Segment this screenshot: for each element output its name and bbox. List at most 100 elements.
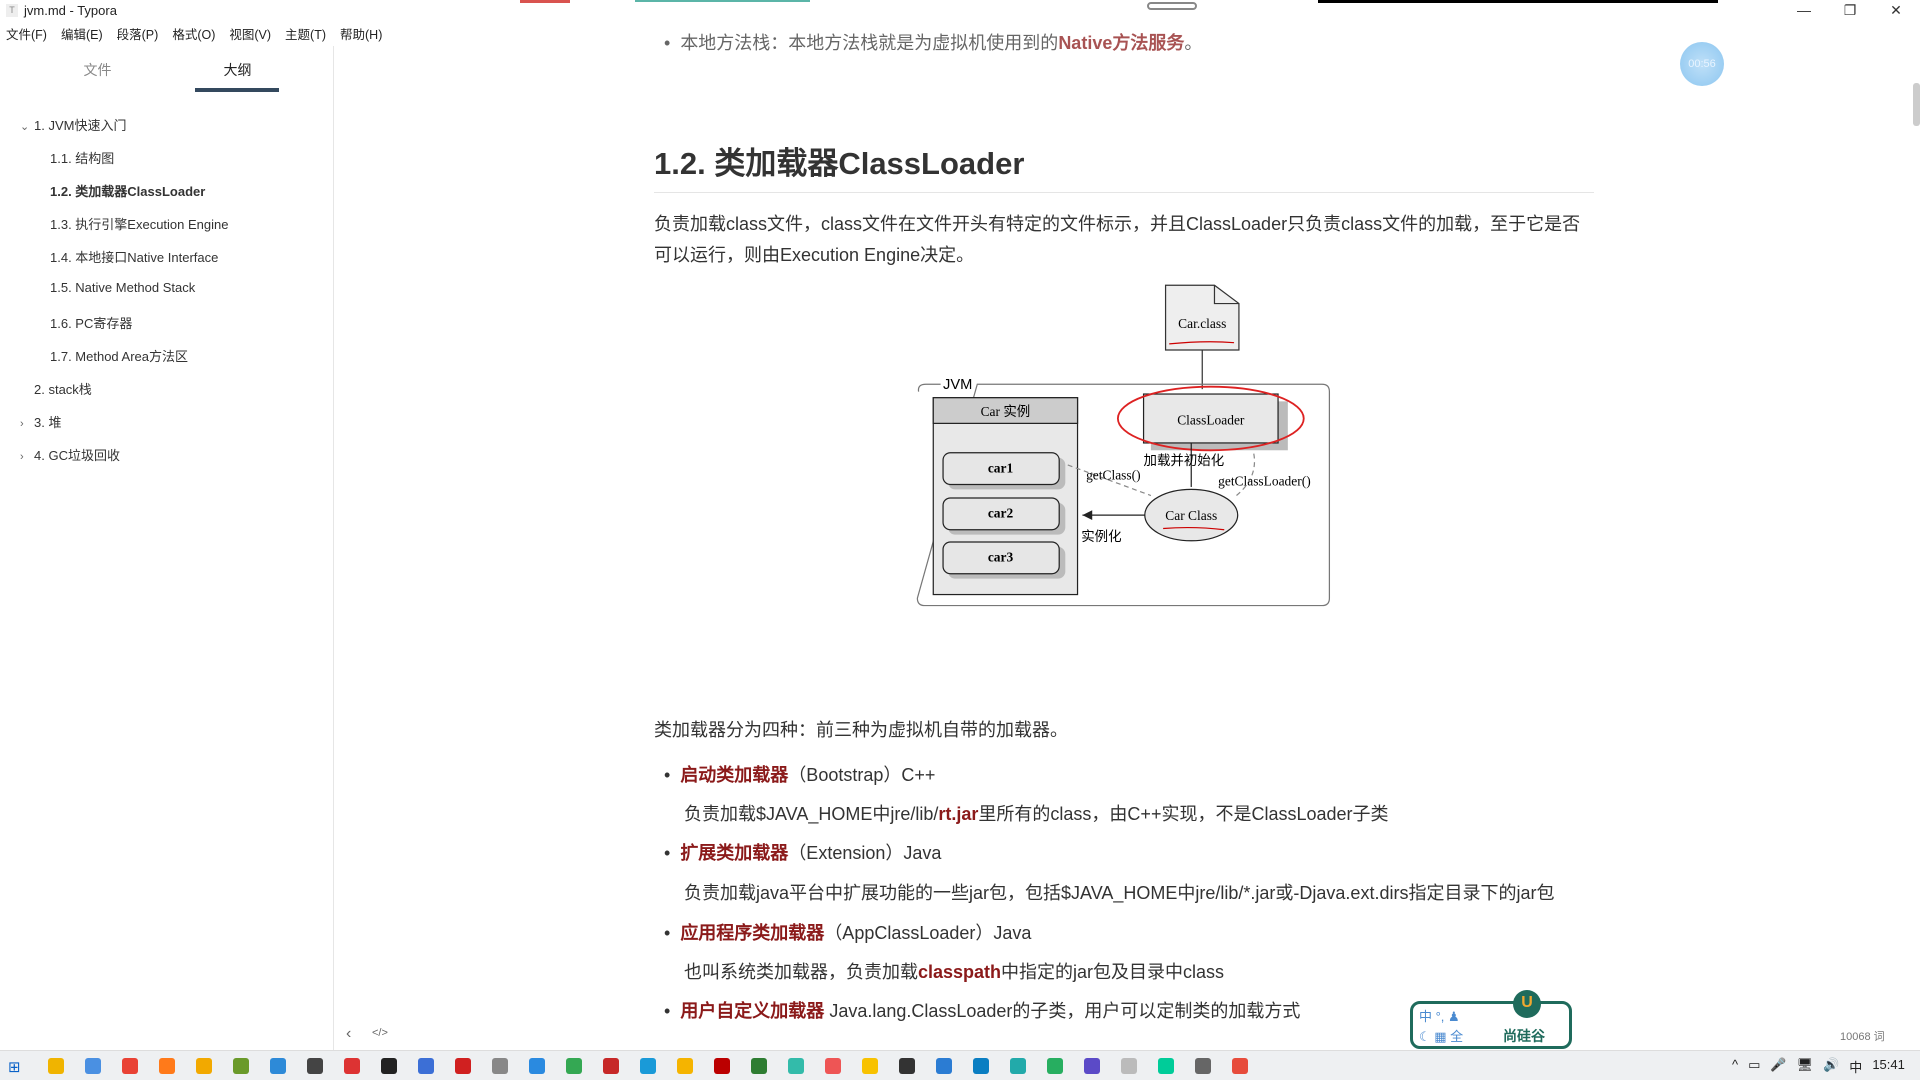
scrollbar-thumb[interactable] <box>1913 83 1920 126</box>
intro-paragraph: 负责加载class文件，class文件在文件开头有特定的文件标示，并且Class… <box>654 214 1581 265</box>
outline-item[interactable]: › 4. GC垃圾回收 <box>20 445 120 464</box>
taskbar-app-icon[interactable] <box>677 1058 693 1074</box>
menu-theme[interactable]: 主题(T) <box>285 24 326 44</box>
start-button-icon[interactable]: ⊞ <box>8 1058 21 1076</box>
taskbar-app-icon[interactable] <box>344 1058 360 1074</box>
loader-item: • 扩展类加载器（Extension）Java <box>664 843 942 863</box>
taskbar-app-icon[interactable] <box>825 1058 841 1074</box>
network-icon[interactable]: 🖥 <box>1797 1057 1814 1076</box>
menu-file[interactable]: 文件(F) <box>6 24 47 44</box>
chevron-up-icon[interactable]: ^ <box>1732 1057 1738 1076</box>
scroll-indicator <box>1147 2 1197 10</box>
taskbar-app-icon[interactable] <box>1047 1058 1063 1074</box>
loader-description: 也叫系统类加载器，负责加载classpath中指定的jar包及目录中class <box>684 962 1225 982</box>
svg-text:Car Class: Car Class <box>1165 508 1217 523</box>
page-heading: 1.2. 类加载器ClassLoader <box>654 146 1025 181</box>
taskbar-app-icon[interactable] <box>1121 1058 1137 1074</box>
bullet-icon: • <box>664 923 681 943</box>
active-tab-indicator <box>195 88 279 92</box>
tab-files[interactable]: 文件 <box>55 60 140 80</box>
outline-item[interactable]: 1.5. Native Method Stack <box>50 280 195 295</box>
close-button[interactable]: ✕ <box>1876 0 1916 22</box>
chevron-icon[interactable]: › <box>20 451 34 463</box>
tab-outline[interactable]: 大纲 <box>195 60 280 80</box>
menu-view[interactable]: 视图(V) <box>229 24 271 44</box>
taskbar-app-icon[interactable] <box>1084 1058 1100 1074</box>
taskbar-app-icon[interactable] <box>1158 1058 1174 1074</box>
chevron-icon[interactable]: ⌄ <box>20 120 34 133</box>
outline-item-label: 4. GC垃圾回收 <box>34 448 120 463</box>
outline-item-label: 1.6. PC寄存器 <box>50 316 133 331</box>
volume-icon[interactable]: 🔊 <box>1823 1057 1839 1076</box>
status-bar: ‹ </> 10068 词 <box>334 1020 1920 1050</box>
bullet-icon: • <box>664 1001 681 1021</box>
outline-item[interactable]: 1.6. PC寄存器 <box>50 313 132 332</box>
taskbar-app-icon[interactable] <box>418 1058 434 1074</box>
timer-widget[interactable]: 00:56 <box>1680 42 1724 86</box>
taskbar-app-icon[interactable] <box>862 1058 878 1074</box>
outline-item[interactable]: 1.2. 类加载器ClassLoader <box>50 181 205 200</box>
taskbar-app-icon[interactable] <box>455 1058 471 1074</box>
taskbar-app-icon[interactable] <box>307 1058 323 1074</box>
outline-item[interactable]: 1.3. 执行引擎Execution Engine <box>50 214 228 233</box>
taskbar-app-icon[interactable] <box>270 1058 286 1074</box>
system-tray: ^ ▭ 🎤 🖥 🔊 中 15:41 <box>1732 1057 1905 1076</box>
taskbar-app-icon[interactable] <box>1232 1058 1248 1074</box>
taskbar-app-icon[interactable] <box>122 1058 138 1074</box>
loader-item: • 应用程序类加载器（AppClassLoader）Java <box>664 923 1032 943</box>
outline-item-label: 2. stack栈 <box>34 382 92 397</box>
outline-item-label: 1.2. 类加载器ClassLoader <box>50 184 206 199</box>
taskbar-app-icon[interactable] <box>381 1058 397 1074</box>
taskbar-app-icon[interactable] <box>1195 1058 1211 1074</box>
jvm-label: JVM <box>943 377 972 393</box>
taskbar-app-icon[interactable] <box>492 1058 508 1074</box>
svg-text:getClass(): getClass() <box>1086 468 1141 483</box>
minimize-button[interactable]: — <box>1784 0 1824 22</box>
outline-item[interactable]: 1.4. 本地接口Native Interface <box>50 247 218 266</box>
restore-button[interactable]: ❐ <box>1830 0 1870 22</box>
taskbar-app-icon[interactable] <box>640 1058 656 1074</box>
file-label: Car.class <box>1178 316 1226 331</box>
brand-logo-icon: U <box>1513 990 1541 1018</box>
title-bar: T jvm.md - Typora — ❐ ✕ <box>0 0 1920 22</box>
chevron-icon[interactable]: › <box>20 418 34 430</box>
taskbar-app-icon[interactable] <box>751 1058 767 1074</box>
clock[interactable]: 15:41 <box>1872 1057 1905 1076</box>
battery-icon[interactable]: ▭ <box>1748 1057 1760 1076</box>
word-count[interactable]: 10068 词 <box>1840 1028 1885 1044</box>
outline-item[interactable]: 1.1. 结构图 <box>50 148 114 167</box>
bullet-icon: • <box>664 765 681 785</box>
outline-item[interactable]: ⌄ 1. JVM快速入门 <box>20 115 126 134</box>
menu-edit[interactable]: 编辑(E) <box>61 24 103 44</box>
taskbar-app-icon[interactable] <box>714 1058 730 1074</box>
taskbar-app-icon[interactable] <box>899 1058 915 1074</box>
taskbar-app-icon[interactable] <box>48 1058 64 1074</box>
microphone-icon[interactable]: 🎤 <box>1770 1057 1786 1076</box>
taskbar-app-icon[interactable] <box>566 1058 582 1074</box>
menu-paragraph[interactable]: 段落(P) <box>117 24 159 44</box>
outline-item-label: 1. JVM快速入门 <box>34 118 127 133</box>
car-boxes: car1 car2 car3 <box>942 452 1066 579</box>
taskbar-app-icon[interactable] <box>196 1058 212 1074</box>
taskbar-app-icon[interactable] <box>936 1058 952 1074</box>
top-decoration <box>635 0 810 2</box>
taskbar-app-icon[interactable] <box>85 1058 101 1074</box>
taskbar-app-icon[interactable] <box>603 1058 619 1074</box>
loader-item: • 启动类加载器（Bootstrap）C++ <box>664 765 936 785</box>
svg-text:ClassLoader: ClassLoader <box>1177 413 1245 428</box>
menu-format[interactable]: 格式(O) <box>172 24 215 44</box>
top-bullet: • 本地方法栈：本地方法栈就是为虚拟机使用到的Native方法服务。 <box>664 33 1203 53</box>
outline-item[interactable]: 1.7. Method Area方法区 <box>50 346 188 365</box>
menu-help[interactable]: 帮助(H) <box>340 24 382 44</box>
ime-indicator[interactable]: 中 <box>1849 1057 1862 1076</box>
toggle-sidebar-button[interactable]: ‹ <box>346 1025 351 1043</box>
taskbar-app-icon[interactable] <box>529 1058 545 1074</box>
taskbar-app-icon[interactable] <box>1010 1058 1026 1074</box>
taskbar-app-icon[interactable] <box>788 1058 804 1074</box>
taskbar-app-icon[interactable] <box>159 1058 175 1074</box>
source-mode-button[interactable]: </> <box>372 1027 388 1039</box>
taskbar-app-icon[interactable] <box>973 1058 989 1074</box>
taskbar-app-icon[interactable] <box>233 1058 249 1074</box>
outline-item[interactable]: › 3. 堆 <box>20 412 61 431</box>
outline-item[interactable]: 2. stack栈 <box>20 379 92 398</box>
